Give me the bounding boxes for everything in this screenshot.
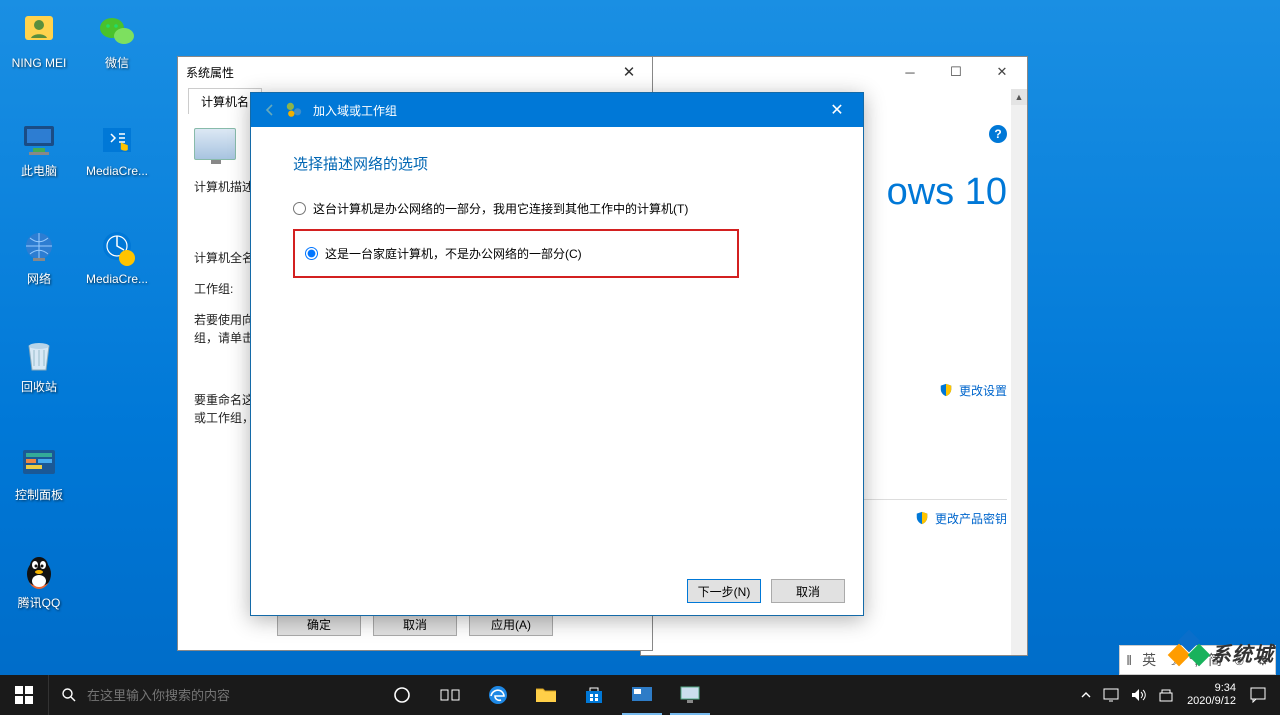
folder-icon (535, 686, 557, 704)
wechat-icon (95, 10, 139, 54)
radio-home-network[interactable]: 这是一台家庭计算机，不是办公网络的一部分(C) (305, 245, 727, 262)
tray-network-button[interactable] (1097, 675, 1125, 715)
desktop-icon-qq[interactable]: 腾讯QQ (2, 550, 76, 610)
wizard-cancel-button[interactable]: 取消 (771, 579, 845, 603)
desktop-icon-media1[interactable]: MediaCre... (80, 118, 154, 178)
cpl-icon (17, 442, 61, 486)
explorer-button[interactable] (522, 675, 570, 715)
system-tray: 9:34 2020/9/12 (1075, 675, 1280, 715)
desktop-icon-net[interactable]: 网络 (2, 226, 76, 286)
wizard-close-button[interactable]: ✕ (815, 95, 859, 125)
change-settings-link[interactable]: 更改设置 (959, 384, 1007, 398)
maximize-button[interactable]: ☐ (933, 58, 979, 86)
media2-icon (95, 226, 139, 270)
close-button[interactable]: ✕ (979, 58, 1025, 86)
desktop-icon-label: NING MEI (2, 56, 76, 70)
taskbar-clock[interactable]: 9:34 2020/9/12 (1179, 682, 1244, 708)
back-button[interactable] (255, 95, 285, 125)
task-view-button[interactable] (426, 675, 474, 715)
desktop-icon-label: 回收站 (2, 380, 76, 394)
shield-icon (939, 383, 953, 397)
taskview-icon (440, 687, 460, 703)
desktop-icon-media2[interactable]: MediaCre... (80, 226, 154, 286)
notification-icon (1250, 687, 1266, 703)
change-product-key-link[interactable]: 更改产品密钥 (935, 512, 1007, 526)
monitor-small-icon (1103, 688, 1119, 702)
network-icon (285, 101, 303, 119)
close-button[interactable]: ✕ (614, 63, 644, 81)
user-icon (17, 10, 61, 54)
ime-tray-icon (1159, 688, 1173, 702)
clock-date: 2020/9/12 (1187, 695, 1236, 708)
join-domain-wizard: 加入域或工作组 ✕ 选择描述网络的选项 这台计算机是办公网络的一部分，我用它连接… (250, 92, 864, 616)
cortana-button[interactable] (378, 675, 426, 715)
desktop-icon-cpl[interactable]: 控制面板 (2, 442, 76, 502)
scroll-up-icon[interactable]: ▲ (1011, 89, 1027, 105)
ime-lang[interactable]: 英 (1142, 650, 1156, 670)
desktop-icon-label: 腾讯QQ (2, 596, 76, 610)
edge-button[interactable] (474, 675, 522, 715)
tray-volume-button[interactable] (1125, 675, 1153, 715)
chevron-up-icon (1081, 690, 1091, 700)
scrollbar[interactable]: ▲ (1011, 89, 1027, 655)
cpl-task-icon (631, 686, 653, 704)
clock-time: 9:34 (1187, 682, 1236, 695)
store-button[interactable] (570, 675, 618, 715)
tray-ime-button[interactable] (1153, 675, 1179, 715)
desktop-icon-bin[interactable]: 回收站 (2, 334, 76, 394)
dialog-title: 系统属性 (186, 64, 234, 81)
control-panel-task-button[interactable] (618, 675, 666, 715)
monitor-task-icon (679, 685, 701, 705)
radio-home-input[interactable] (305, 247, 318, 260)
radio-office-input[interactable] (293, 202, 306, 215)
search-input[interactable] (87, 688, 378, 703)
back-arrow-icon (262, 102, 278, 118)
shield-icon (915, 511, 929, 525)
store-icon (584, 685, 604, 705)
dialog-titlebar[interactable]: 系统属性 ✕ (178, 57, 652, 87)
window-titlebar: ─ ☐ ✕ (641, 57, 1027, 87)
ime-divider-icon: ‖ (1126, 652, 1132, 668)
desktop-icon-label: 微信 (80, 56, 154, 70)
desktop-icon-label: MediaCre... (80, 272, 154, 286)
taskbar: 9:34 2020/9/12 (0, 675, 1280, 715)
computer-icon (194, 128, 236, 160)
radio-office-label: 这台计算机是办公网络的一部分，我用它连接到其他工作中的计算机(T) (313, 200, 688, 217)
media1-icon (95, 118, 139, 162)
windows-logo-icon (15, 686, 33, 704)
radio-home-label: 这是一台家庭计算机，不是办公网络的一部分(C) (325, 245, 582, 262)
wizard-heading: 选择描述网络的选项 (293, 153, 821, 174)
watermark-logo-icon (1171, 633, 1209, 671)
watermark: 系统城 (1171, 633, 1274, 671)
search-icon (61, 687, 77, 703)
wizard-titlebar[interactable]: 加入域或工作组 ✕ (251, 93, 863, 127)
bin-icon (17, 334, 61, 378)
wizard-title: 加入域或工作组 (313, 102, 397, 119)
action-center-button[interactable] (1244, 675, 1272, 715)
desktop-icon-pc[interactable]: 此电脑 (2, 118, 76, 178)
system-task-button[interactable] (666, 675, 714, 715)
speaker-icon (1131, 688, 1147, 702)
desktop-icon-user[interactable]: NING MEI (2, 10, 76, 70)
desktop-icon-label: MediaCre... (80, 164, 154, 178)
desktop-icon-wechat[interactable]: 微信 (80, 10, 154, 70)
desktop-icon-label: 网络 (2, 272, 76, 286)
pc-icon (17, 118, 61, 162)
watermark-text: 系统城 (1211, 638, 1274, 667)
cortana-icon (393, 686, 411, 704)
help-icon[interactable]: ? (989, 125, 1007, 143)
tray-overflow-button[interactable] (1075, 675, 1097, 715)
desktop-icon-label: 此电脑 (2, 164, 76, 178)
next-button[interactable]: 下一步(N) (687, 579, 761, 603)
desktop-icon-label: 控制面板 (2, 488, 76, 502)
minimize-button[interactable]: ─ (887, 58, 933, 86)
radio-office-network[interactable]: 这台计算机是办公网络的一部分，我用它连接到其他工作中的计算机(T) (293, 200, 821, 217)
start-button[interactable] (0, 675, 48, 715)
net-icon (17, 226, 61, 270)
edge-icon (487, 684, 509, 706)
qq-icon (17, 550, 61, 594)
highlighted-option-box: 这是一台家庭计算机，不是办公网络的一部分(C) (293, 229, 739, 278)
taskbar-search[interactable] (48, 675, 378, 715)
